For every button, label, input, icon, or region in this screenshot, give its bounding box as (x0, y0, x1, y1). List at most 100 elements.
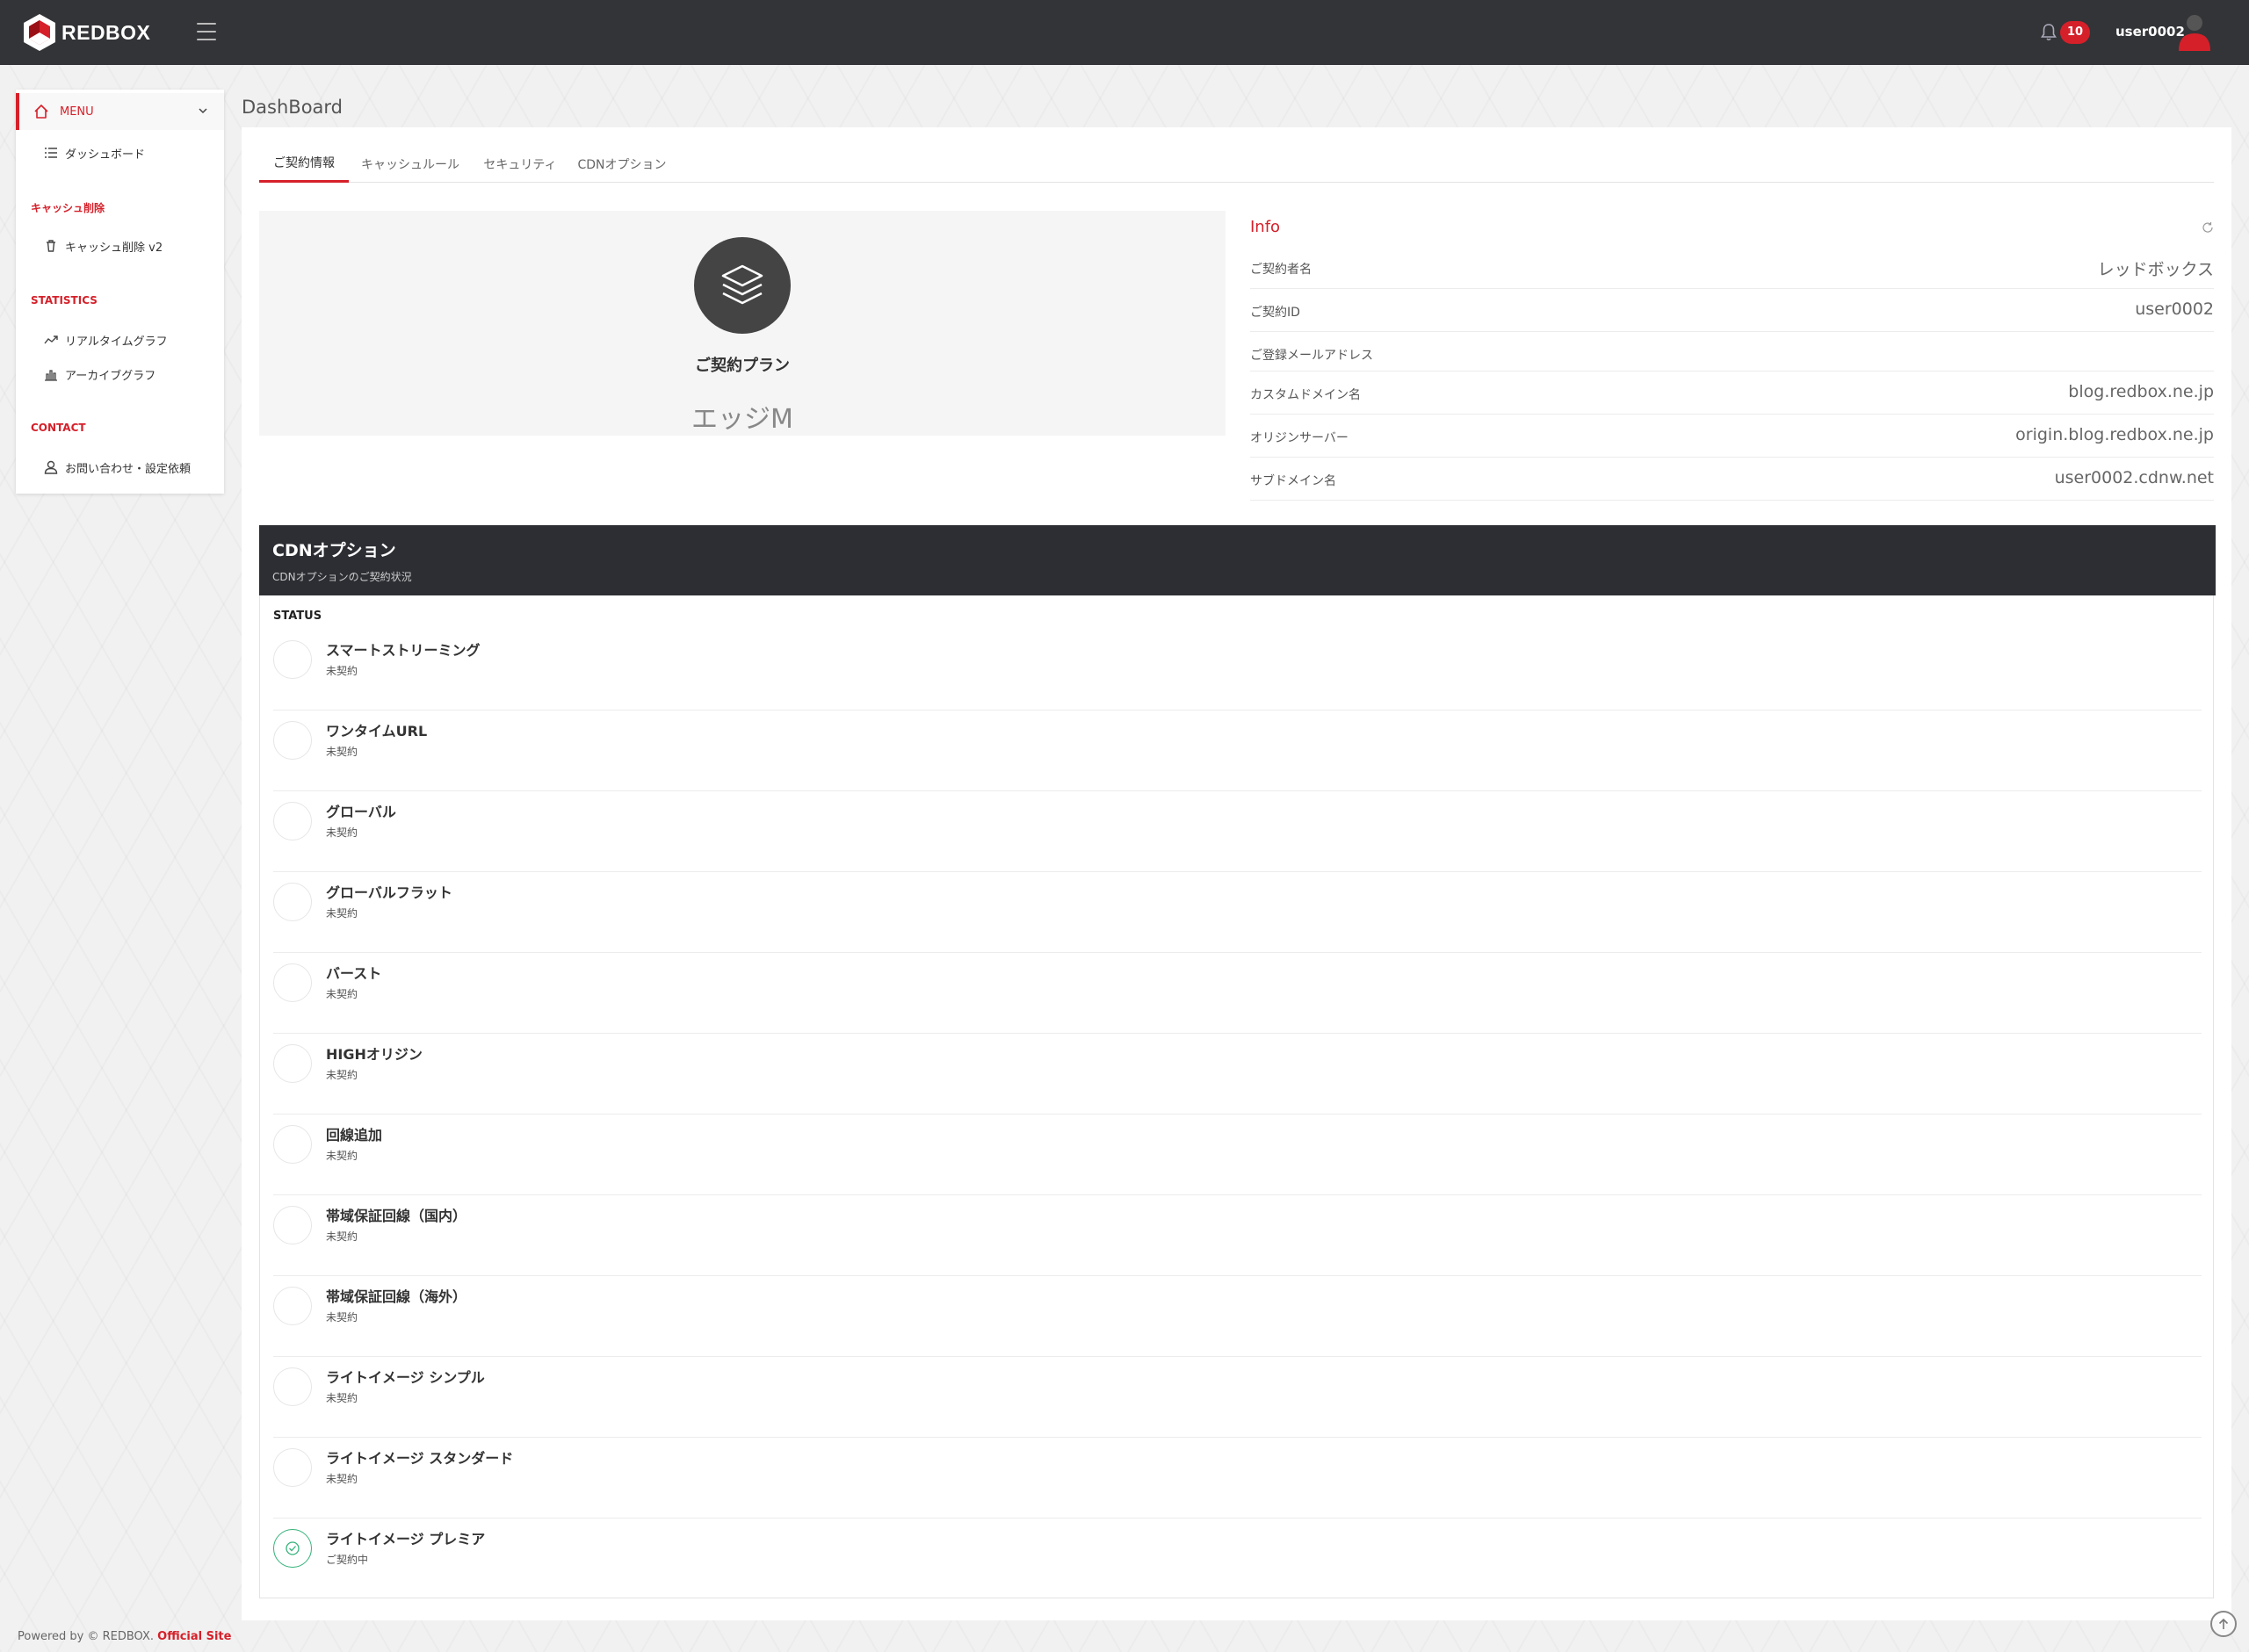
status-header: STATUS (273, 610, 322, 623)
tab-contract-info[interactable]: ご契約情報 (259, 145, 349, 183)
option-name: HIGHオリジン (326, 1046, 423, 1063)
info-title: Info (1250, 218, 1281, 236)
list-item[interactable]: ワンタイムURL 未契約 (273, 711, 2202, 791)
check-icon (286, 1541, 300, 1555)
option-status: 未契約 (326, 1473, 358, 1485)
sidebar-section-statistics: STATISTICS (31, 294, 98, 307)
status-indicator-icon (273, 963, 312, 1002)
tab-cache-rules[interactable]: キャッシュルール (349, 145, 472, 183)
option-status: 未契約 (326, 1311, 358, 1324)
info-row-custom-domain: カスタムドメイン名 blog.redbox.ne.jp (1250, 372, 2214, 415)
sidebar-section-contact: CONTACT (31, 422, 86, 434)
list-item[interactable]: スマートストリーミング 未契約 (273, 630, 2202, 711)
status-indicator-icon (273, 1448, 312, 1487)
tab-cdn-options[interactable]: CDNオプション (568, 145, 676, 183)
tab-security[interactable]: セキュリティ (472, 145, 568, 183)
sidebar-item-archive-graph[interactable]: アーカイブグラフ (44, 364, 155, 385)
sidebar-menu-toggle[interactable]: MENU (16, 93, 224, 130)
sidebar: MENU ダッシュボード キャッシュ削除 キャッシュ削除 v2 STATISTI… (16, 90, 224, 494)
option-name: グローバル (326, 804, 396, 820)
info-key: ご契約ID (1250, 306, 1300, 320)
option-status: ご契約中 (326, 1554, 369, 1566)
trash-icon (47, 240, 55, 252)
list-item[interactable]: 回線追加 未契約 (273, 1115, 2202, 1195)
info-key: ご登録メールアドレス (1250, 349, 1373, 363)
sidebar-section-cache: キャッシュ削除 (31, 202, 105, 214)
hamburger-menu-icon[interactable] (197, 23, 216, 40)
option-status: 未契約 (326, 826, 358, 839)
cdn-options-header: CDNオプション CDNオプションのご契約状況 (259, 525, 2216, 595)
info-row-email: ご登録メールアドレス (1250, 332, 2214, 372)
list-icon (45, 148, 57, 158)
info-value: user0002.cdnw.net (2054, 468, 2214, 487)
bar-chart-icon (45, 370, 57, 381)
plan-card: ご契約プラン エッジM (259, 211, 1226, 436)
option-name: グローバルフラット (326, 884, 452, 901)
page-title: DashBoard (242, 97, 343, 118)
option-status: 未契約 (326, 665, 358, 677)
status-indicator-icon (273, 1044, 312, 1083)
info-row-contract-id: ご契約ID user0002 (1250, 289, 2214, 332)
sidebar-item-label: リアルタイムグラフ (65, 335, 168, 349)
sidebar-item-label: お問い合わせ・設定依頼 (65, 462, 192, 476)
list-item[interactable]: ライトイメージ プレミア ご契約中 (273, 1519, 2202, 1599)
info-value: origin.blog.redbox.ne.jp (2015, 425, 2214, 444)
sidebar-item-contact[interactable]: お問い合わせ・設定依頼 (44, 457, 191, 478)
sidebar-item-cache-delete[interactable]: キャッシュ削除 v2 (44, 235, 163, 256)
option-status: 未契約 (326, 1392, 358, 1404)
logo-text: REDBOX (61, 20, 151, 44)
info-value: user0002 (2135, 299, 2214, 319)
tab-bar: ご契約情報 キャッシュルール セキュリティ CDNオプション (259, 145, 2214, 183)
list-item[interactable]: HIGHオリジン 未契約 (273, 1034, 2202, 1115)
chevron-down-icon (199, 108, 207, 114)
user-icon (44, 460, 58, 474)
bell-icon[interactable] (2040, 23, 2057, 42)
arrow-up-icon (2218, 1618, 2229, 1629)
list-item[interactable]: 帯域保証回線（海外） 未契約 (273, 1276, 2202, 1357)
list-item[interactable]: バースト 未契約 (273, 953, 2202, 1034)
option-status: 未契約 (326, 1069, 358, 1081)
avatar[interactable] (2177, 12, 2212, 51)
menu-label: MENU (60, 105, 94, 119)
info-key: オリジンサーバー (1250, 431, 1349, 445)
sidebar-item-label: アーカイブグラフ (65, 369, 156, 383)
sidebar-item-realtime-graph[interactable]: リアルタイムグラフ (44, 329, 168, 350)
redbox-logo[interactable]: REDBOX (21, 12, 150, 53)
list-item[interactable]: グローバル 未契約 (273, 791, 2202, 872)
main-card: ご契約情報 キャッシュルール セキュリティ CDNオプション ご契約プラン エッ… (242, 127, 2231, 1620)
cdn-options-title: CDNオプション (272, 541, 396, 560)
status-indicator-icon (273, 1125, 312, 1164)
layers-icon (721, 264, 763, 305)
scroll-to-top-button[interactable] (2210, 1611, 2237, 1637)
option-name: 回線追加 (326, 1127, 383, 1143)
redbox-logo-icon (24, 14, 55, 51)
status-indicator-icon (273, 721, 312, 760)
option-name: 帯域保証回線（海外） (326, 1288, 467, 1305)
top-bar: REDBOX 10 user0002 (0, 0, 2249, 65)
plan-name: エッジM (691, 404, 793, 435)
info-row-origin-server: オリジンサーバー origin.blog.redbox.ne.jp (1250, 415, 2214, 458)
info-row-contractor: ご契約者名 レッドボックス (1250, 246, 2214, 289)
option-status: 未契約 (326, 746, 358, 758)
option-name: ライトイメージ シンプル (326, 1369, 485, 1386)
status-indicator-icon (273, 1206, 312, 1244)
official-site-link[interactable]: Official Site (157, 1630, 231, 1643)
list-item[interactable]: ライトイメージ スタンダード 未契約 (273, 1438, 2202, 1519)
info-value: レッドボックス (2097, 260, 2214, 279)
refresh-icon[interactable] (2202, 221, 2214, 234)
status-indicator-icon (273, 1367, 312, 1406)
cdn-options-subtitle: CDNオプションのご契約状況 (272, 571, 412, 583)
username[interactable]: user0002 (2115, 24, 2185, 40)
option-name: 帯域保証回線（国内） (326, 1208, 467, 1224)
option-status: 未契約 (326, 988, 358, 1000)
list-item[interactable]: ライトイメージ シンプル 未契約 (273, 1357, 2202, 1438)
sidebar-item-dashboard[interactable]: ダッシュボード (44, 142, 145, 163)
info-key: ご契約者名 (1250, 263, 1312, 277)
info-row-subdomain: サブドメイン名 user0002.cdnw.net (1250, 458, 2214, 501)
info-key: サブドメイン名 (1250, 474, 1336, 488)
plan-label: ご契約プラン (695, 357, 790, 375)
list-item[interactable]: グローバルフラット 未契約 (273, 872, 2202, 953)
list-item[interactable]: 帯域保証回線（国内） 未契約 (273, 1195, 2202, 1276)
footer: Powered by © REDBOX. Official Site (18, 1630, 231, 1643)
info-panel: Info ご契約者名 レッドボックス ご契約ID user0002 ご登録メール… (1250, 211, 2214, 509)
